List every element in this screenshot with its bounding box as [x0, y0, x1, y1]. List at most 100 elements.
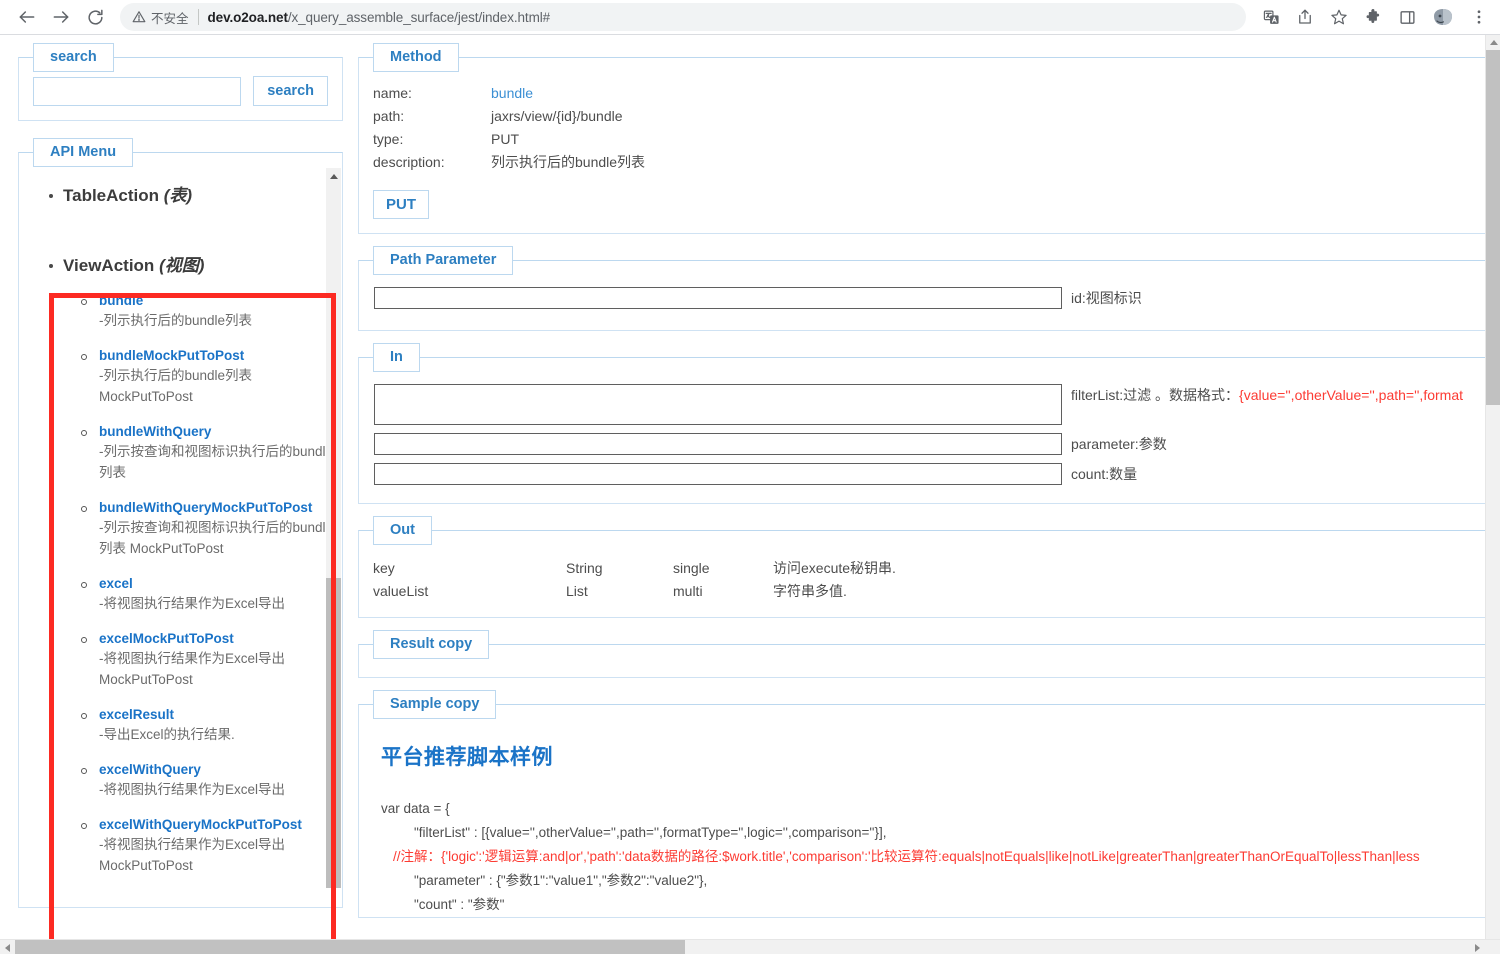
list-item[interactable]: bundleMockPutToPost -列示执行后的bundle列表 Mock…	[63, 346, 342, 407]
list-item[interactable]: excelWithQuery -将视图执行结果作为Excel导出	[63, 760, 342, 800]
path-parameter-panel: Path Parameter id:视图标识	[358, 246, 1496, 331]
in-panel-legend: In	[373, 343, 420, 372]
page-vertical-scrollbar[interactable]	[1485, 35, 1500, 954]
api-method-desc: -将视图执行结果作为Excel导出 MockPutToPost	[99, 648, 342, 690]
in-row-count: count:数量	[359, 463, 1495, 485]
path-parameter-legend: Path Parameter	[373, 246, 513, 275]
bookmark-star-icon[interactable]	[1324, 2, 1354, 32]
url-path: /x_query_assemble_surface/jest/index.htm…	[288, 10, 550, 25]
method-key: name:	[373, 82, 491, 105]
api-group-cn: (表)	[164, 186, 192, 205]
path-parameter-body: id:视图标识	[359, 275, 1495, 330]
more-menu-icon[interactable]	[1464, 2, 1494, 32]
out-panel-body: key String single 访问execute秘钥串. valueLis…	[359, 545, 1495, 617]
scroll-right-arrow-icon[interactable]	[1470, 940, 1485, 954]
sidebar-scrollbar-thumb[interactable]	[326, 578, 341, 888]
search-input[interactable]	[33, 77, 241, 106]
scroll-up-arrow-icon[interactable]	[1486, 35, 1500, 50]
sidebar-scrollbar[interactable]	[326, 168, 341, 888]
put-submit-button[interactable]: PUT	[373, 190, 429, 219]
sample-copy-panel: Sample copy 平台推荐脚本样例 var data = { "filte…	[358, 690, 1496, 918]
api-method-link[interactable]: excel	[99, 574, 342, 593]
share-icon[interactable]	[1290, 2, 1320, 32]
scroll-up-arrow-icon[interactable]	[326, 168, 341, 184]
out-field-desc: 字符串多值.	[773, 580, 847, 603]
method-row-name: name: bundle	[373, 82, 1481, 105]
reload-icon[interactable]	[78, 0, 112, 34]
browser-action-icons	[1256, 2, 1500, 32]
count-input[interactable]	[374, 463, 1062, 485]
code-line: var data = {	[381, 797, 1495, 821]
sample-code-block: var data = { "filterList" : [{value='',o…	[381, 797, 1495, 917]
filterlist-label-text: filterList:过滤 。数据格式：	[1071, 387, 1239, 403]
search-button[interactable]: search	[253, 76, 328, 106]
api-method-link[interactable]: excelWithQuery	[99, 760, 342, 779]
method-key: path:	[373, 105, 491, 128]
parameter-input[interactable]	[374, 433, 1062, 455]
api-group-title: TableAction (表)	[63, 185, 342, 207]
result-copy-panel: Result copy	[358, 630, 1496, 678]
api-menu-list: TableAction (表) ViewAction (视图) bundle	[19, 167, 342, 889]
api-method-link[interactable]: excelWithQueryMockPutToPost	[99, 815, 342, 834]
forward-arrow-icon[interactable]	[44, 0, 78, 34]
api-method-link[interactable]: bundleWithQuery	[99, 422, 342, 441]
list-item[interactable]: excelResult -导出Excel的执行结果.	[63, 705, 342, 745]
out-field-name: valueList	[373, 580, 566, 603]
list-item[interactable]: excelWithQueryMockPutToPost -将视图执行结果作为Ex…	[63, 815, 342, 876]
out-field-desc: 访问execute秘钥串.	[773, 557, 896, 580]
api-group-tableaction[interactable]: TableAction (表)	[19, 185, 342, 207]
page-viewport: search search API Menu TableAction (表)	[0, 35, 1500, 954]
sidebar: search search API Menu TableAction (表)	[18, 43, 343, 908]
back-arrow-icon[interactable]	[10, 0, 44, 34]
result-copy-legend[interactable]: Result copy	[373, 630, 489, 659]
method-key: type:	[373, 128, 491, 151]
filterlist-textarea[interactable]	[374, 384, 1062, 425]
browser-toolbar: 不安全 dev.o2oa.net/x_query_assemble_surfac…	[0, 0, 1500, 35]
page-horizontal-scrollbar-thumb[interactable]	[15, 940, 685, 954]
in-panel-body: filterList:过滤 。数据格式：{value='',otherValue…	[359, 372, 1495, 503]
method-value-link[interactable]: bundle	[491, 82, 533, 105]
side-panel-icon[interactable]	[1392, 2, 1422, 32]
list-item[interactable]: excel -将视图执行结果作为Excel导出	[63, 574, 342, 614]
api-method-link[interactable]: bundleWithQueryMockPutToPost	[99, 498, 342, 517]
list-item[interactable]: bundle -列示执行后的bundle列表	[63, 291, 342, 331]
path-param-id-input[interactable]	[374, 287, 1062, 309]
api-menu-scroll-area[interactable]: TableAction (表) ViewAction (视图) bundle	[19, 167, 342, 889]
filterlist-format-hint: {value='',otherValue='',path='',format	[1239, 387, 1463, 403]
table-row: valueList List multi 字符串多值.	[373, 580, 1481, 603]
page-horizontal-scrollbar[interactable]	[0, 939, 1500, 954]
scroll-left-arrow-icon[interactable]	[0, 940, 15, 954]
security-warning[interactable]: 不安全	[132, 8, 189, 27]
api-menu-legend: API Menu	[33, 138, 133, 167]
path-parameter-row: id:视图标识	[359, 287, 1495, 309]
security-warning-label: 不安全	[151, 8, 189, 27]
list-item[interactable]: bundleWithQuery -列示按查询和视图标识执行后的bundle列表	[63, 422, 342, 483]
api-group-title: ViewAction (视图)	[63, 255, 342, 277]
api-group-viewaction[interactable]: ViewAction (视图) bundle -列示执行后的bundle列表 b…	[19, 255, 342, 889]
url-domain: dev.o2oa.net	[208, 10, 288, 25]
method-row-path: path: jaxrs/view/{id}/bundle	[373, 105, 1481, 128]
api-method-link[interactable]: bundle	[99, 291, 342, 310]
search-row: search	[19, 72, 342, 106]
warning-triangle-icon	[132, 10, 146, 24]
method-value: jaxrs/view/{id}/bundle	[491, 105, 623, 128]
page-vertical-scrollbar-thumb[interactable]	[1486, 50, 1500, 405]
translate-icon[interactable]	[1256, 2, 1286, 32]
code-line: "filterList" : [{value='',otherValue='',…	[381, 821, 1495, 845]
list-item[interactable]: bundleWithQueryMockPutToPost -列示按查询和视图标识…	[63, 498, 342, 559]
filterlist-label: filterList:过滤 。数据格式：{value='',otherValue…	[1071, 384, 1463, 406]
api-method-desc: -导出Excel的执行结果.	[99, 724, 342, 745]
address-bar[interactable]: 不安全 dev.o2oa.net/x_query_assemble_surfac…	[120, 3, 1246, 31]
search-panel-legend: search	[33, 43, 114, 72]
code-line: "parameter" : {"参数1":"value1","参数2":"val…	[381, 869, 1495, 893]
api-method-link[interactable]: excelResult	[99, 705, 342, 724]
api-method-link[interactable]: excelMockPutToPost	[99, 629, 342, 648]
out-panel: Out key String single 访问execute秘钥串. valu…	[358, 516, 1496, 618]
in-row-parameter: parameter:参数	[359, 433, 1495, 455]
sample-copy-legend[interactable]: Sample copy	[373, 690, 496, 719]
list-item[interactable]: excelMockPutToPost -将视图执行结果作为Excel导出 Moc…	[63, 629, 342, 690]
api-method-desc: -列示按查询和视图标识执行后的bundle列表	[99, 441, 342, 483]
extensions-puzzle-icon[interactable]	[1358, 2, 1388, 32]
api-method-link[interactable]: bundleMockPutToPost	[99, 346, 342, 365]
profile-avatar-icon[interactable]	[1428, 2, 1458, 32]
